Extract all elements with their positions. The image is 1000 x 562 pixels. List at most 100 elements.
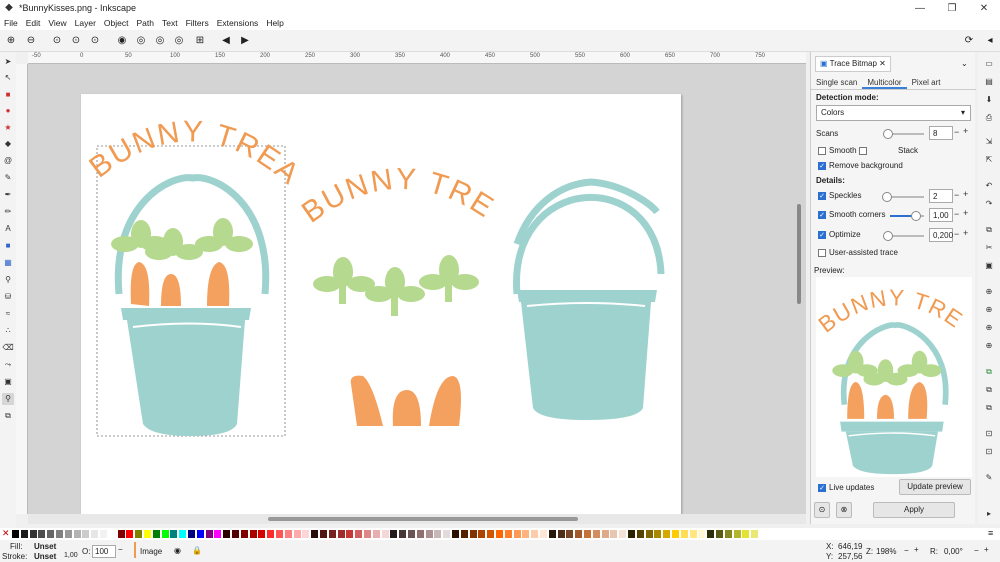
palette-swatch[interactable] [469,530,477,538]
update-preview-button[interactable]: Update preview [899,479,971,495]
speckles-decrement-icon[interactable]: − [954,190,959,200]
palette-swatch[interactable] [443,530,451,538]
palette-swatch[interactable] [108,530,116,538]
smooth-checkbox[interactable] [818,147,826,155]
rotation-increment-icon[interactable]: + [984,545,989,554]
palette-swatch[interactable] [100,530,107,538]
unlink-clone-icon[interactable]: ⧉ [983,402,995,414]
palette-swatch[interactable] [196,530,204,538]
zoom-in-icon[interactable]: ⊕ [4,34,18,48]
zoom-previous-icon[interactable]: ◀ [219,34,233,48]
carrot-greens[interactable] [313,255,479,316]
palette-swatch[interactable] [689,530,697,538]
snap-toggle-icon[interactable]: ⟳ [962,34,976,48]
smooth-corners-slider[interactable] [890,211,924,221]
menu-path[interactable]: Path [136,18,154,28]
palette-swatch[interactable] [478,530,486,538]
palette-swatch[interactable] [302,530,310,538]
palette-swatch[interactable] [672,530,679,538]
subtab-multicolor[interactable]: Multicolor [862,76,907,89]
palette-swatch[interactable] [284,530,292,538]
menu-view[interactable]: View [48,18,66,28]
palette-swatch[interactable] [557,530,565,538]
chevron-down-icon[interactable]: ⌄ [961,59,968,68]
palette-swatch[interactable] [601,530,609,538]
box3d-tool-icon[interactable]: ◆ [2,138,14,150]
zoom-next-icon[interactable]: ▶ [238,34,252,48]
palette-swatch[interactable] [337,530,345,538]
open-file-icon[interactable]: ▤ [983,76,995,88]
palette-swatch[interactable] [91,530,99,538]
layer-lock-icon[interactable]: 🔒 [192,546,202,555]
dropper-tool-icon[interactable]: ⚲ [2,274,14,286]
palette-swatch[interactable] [29,530,37,538]
palette-swatch[interactable] [258,530,266,538]
node-tool-icon[interactable]: ↖ [2,72,14,84]
spiral-tool-icon[interactable]: @ [2,155,14,167]
layer-visibility-icon[interactable]: ◉ [174,546,181,555]
smooth-corners-checkbox[interactable]: ✓ [818,211,826,219]
palette-swatch[interactable] [592,530,600,538]
palette-swatch[interactable] [716,530,723,538]
palette-swatch[interactable] [135,530,143,538]
maximize-button[interactable]: ❐ [936,3,968,14]
horizontal-scrollbar[interactable] [28,514,806,524]
zoom-decrement-icon[interactable]: − [904,546,909,555]
palette-swatch[interactable] [540,530,547,538]
stroke-value[interactable]: Unset [34,552,56,561]
palette-swatch[interactable] [56,530,63,538]
tab-trace-bitmap[interactable]: ▣ Trace Bitmap ✕ [815,56,891,72]
palette-swatch[interactable] [12,530,19,538]
zoom-1-2-icon[interactable]: ⊙ [69,34,83,48]
ungroup-icon[interactable]: ⊡ [983,446,995,458]
speckles-spinbox[interactable]: 2 [929,189,953,203]
palette-swatch[interactable] [522,530,530,538]
fill-stroke-icon[interactable]: ✎ [983,472,995,484]
rotation-value[interactable]: 0,00° [944,547,963,556]
palette-swatch[interactable] [205,530,213,538]
gradient-tool-icon[interactable]: ■ [2,240,14,252]
optimize-slider-knob[interactable] [882,231,893,241]
palette-swatch[interactable] [293,530,301,538]
palette-swatch[interactable] [399,530,407,538]
palette-swatch[interactable] [425,530,433,538]
palette-swatch[interactable] [496,530,503,538]
new-document-icon[interactable]: ▭ [983,58,995,70]
redo-icon[interactable]: ↷ [983,198,995,210]
scans-spinbox[interactable]: 8 [929,126,953,140]
palette-swatch[interactable] [64,530,72,538]
more-commands-icon[interactable]: ▸ [983,508,995,520]
palette-swatch[interactable] [628,530,635,538]
opacity-decrement-icon[interactable]: − [118,545,123,554]
zoom-selection-icon[interactable]: ◉ [115,34,129,48]
stack-checkbox[interactable] [859,147,867,155]
palette-swatch[interactable] [663,530,671,538]
undo-icon[interactable]: ↶ [983,180,995,192]
artwork[interactable]: BUNNY TREATS BUNNY TREATS [70,68,681,514]
paste-icon[interactable]: ▣ [983,260,995,272]
palette-swatch[interactable] [249,530,257,538]
paint-bucket-tool-icon[interactable]: ⛁ [2,291,14,303]
palette-swatch[interactable] [636,530,644,538]
palette-swatch[interactable] [73,530,81,538]
palette-menu-icon[interactable]: ≡ [988,528,998,538]
palette-swatch[interactable] [320,530,327,538]
menu-help[interactable]: Help [266,18,283,28]
optimize-increment-icon[interactable]: + [963,228,968,238]
zoom-2-1-icon[interactable]: ⊙ [88,34,102,48]
palette-swatch[interactable] [276,530,283,538]
palette-swatch[interactable] [504,530,512,538]
lpe-tool-icon[interactable]: ▣ [2,376,14,388]
zoom-value[interactable]: 198% [876,547,896,556]
zoom-page-icon[interactable]: ◎ [153,34,167,48]
palette-swatch[interactable] [548,530,556,538]
palette-swatch[interactable] [214,530,222,538]
spray-tool-icon[interactable]: ∴ [2,325,14,337]
duplicate-icon[interactable]: ⧉ [983,366,995,378]
live-updates-checkbox[interactable]: ✓ [818,484,826,492]
palette-swatch[interactable] [434,530,442,538]
pencil-tool-icon[interactable]: ✏ [2,206,14,218]
smooth-corners-decrement-icon[interactable]: − [954,209,959,219]
scans-decrement-icon[interactable]: − [954,127,959,137]
import-icon[interactable]: ⇲ [983,136,995,148]
